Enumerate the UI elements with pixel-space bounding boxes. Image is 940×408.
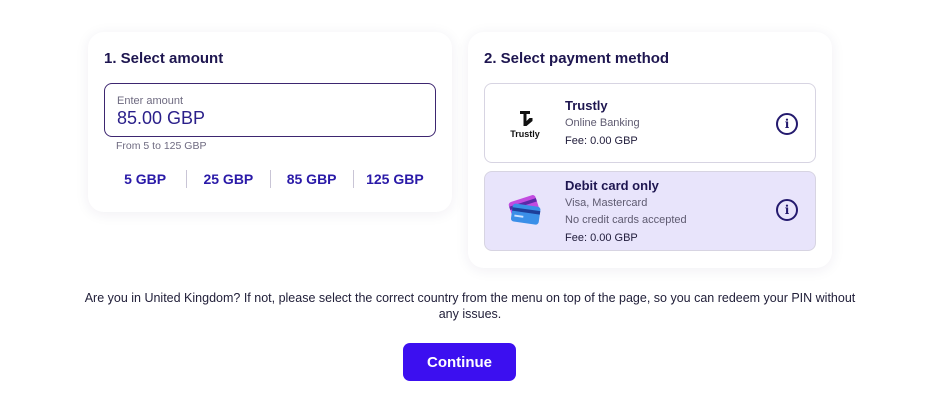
- debit-card-icon: [503, 195, 547, 228]
- trustly-subtitle: Online Banking: [565, 117, 640, 129]
- preset-5-gbp[interactable]: 5 GBP: [104, 171, 186, 187]
- info-icon[interactable]: i: [776, 113, 798, 135]
- trustly-fee: Fee: 0.00 GBP: [565, 135, 638, 147]
- preset-125-gbp[interactable]: 125 GBP: [354, 171, 436, 187]
- debit-card-restriction: No credit cards accepted: [565, 214, 687, 226]
- amount-input[interactable]: Enter amount 85.00 GBP: [104, 83, 436, 137]
- trustly-title: Trustly: [565, 98, 608, 113]
- trustly-logo-text: Trustly: [510, 129, 540, 139]
- amount-input-value[interactable]: 85.00 GBP: [117, 108, 205, 129]
- country-notice: Are you in United Kingdom? If not, pleas…: [84, 291, 856, 321]
- amount-input-label: Enter amount: [117, 95, 184, 107]
- amount-section-title: 1. Select amount: [104, 50, 224, 67]
- debit-card-fee: Fee: 0.00 GBP: [565, 232, 638, 244]
- amount-card: 1. Select amount Enter amount 85.00 GBP …: [88, 32, 452, 212]
- info-icon[interactable]: i: [776, 199, 798, 221]
- debit-card-brands: Visa, Mastercard: [565, 197, 648, 209]
- payment-section-title: 2. Select payment method: [484, 50, 670, 67]
- payment-card: 2. Select payment method Trustly Trustly…: [468, 32, 832, 268]
- preset-25-gbp[interactable]: 25 GBP: [187, 171, 269, 187]
- payment-method-trustly[interactable]: Trustly Trustly Online Banking Fee: 0.00…: [484, 83, 816, 163]
- preset-85-gbp[interactable]: 85 GBP: [271, 171, 353, 187]
- trustly-logo: Trustly: [503, 108, 547, 140]
- payment-method-debit-card[interactable]: Debit card only Visa, Mastercard No cred…: [484, 171, 816, 251]
- debit-card-title: Debit card only: [565, 178, 659, 193]
- amount-presets: 5 GBP 25 GBP 85 GBP 125 GBP: [104, 168, 436, 190]
- continue-button[interactable]: Continue: [403, 343, 516, 381]
- amount-range-hint: From 5 to 125 GBP: [116, 140, 207, 152]
